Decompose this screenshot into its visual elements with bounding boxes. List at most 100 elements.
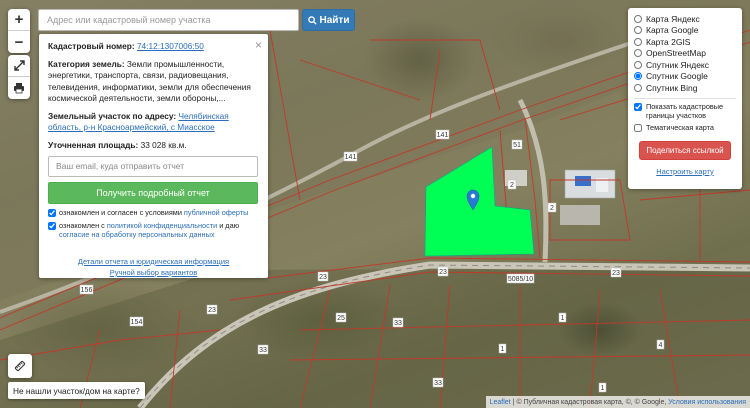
expand-icon	[13, 60, 25, 71]
search-input[interactable]	[38, 9, 299, 31]
svg-text:33: 33	[434, 380, 442, 387]
print-icon	[14, 83, 24, 94]
svg-text:154: 154	[131, 319, 143, 326]
zoom-in-button[interactable]: +	[8, 9, 30, 31]
area-value: 33 028 кв.м.	[140, 140, 187, 151]
public-offer-link[interactable]: публичной оферты	[184, 208, 248, 217]
tool-control	[8, 55, 30, 99]
privacy-policy-link[interactable]: политикой конфиденциальности	[107, 221, 217, 230]
layer-option[interactable]: Карта Google	[634, 25, 736, 37]
boundaries-option: Показать кадастровые границы участков	[634, 102, 736, 120]
plot-label: 2	[507, 179, 517, 190]
plot-label: 2	[547, 202, 557, 213]
report-details-link[interactable]: Детали отчета и юридическая информация	[48, 257, 259, 268]
data-consent-link[interactable]: согласие на обработку персональных данны…	[59, 230, 214, 239]
email-field[interactable]	[48, 155, 258, 177]
layer-radio[interactable]	[634, 14, 642, 23]
fullscreen-button[interactable]	[8, 55, 30, 77]
layer-radio[interactable]	[634, 60, 642, 69]
close-icon[interactable]: ×	[255, 37, 262, 53]
svg-text:156: 156	[81, 287, 93, 294]
privacy-label-a: ознакомлен с	[59, 220, 105, 230]
svg-text:141: 141	[437, 132, 449, 139]
svg-text:33: 33	[394, 320, 402, 327]
share-link-button[interactable]: Поделиться ссылкой	[639, 140, 731, 160]
leaflet-link[interactable]: Leaflet	[490, 399, 511, 406]
thematic-option: Тематическая карта	[634, 123, 736, 132]
terms-link[interactable]: Условия использования	[668, 399, 746, 406]
layer-option[interactable]: OpenStreetMap	[634, 48, 736, 60]
privacy-label-b: и даю	[219, 220, 240, 230]
cadastral-number-row: Кадастровый номер: 74:12:1307006:50	[48, 41, 259, 52]
base-layer-list: Карта Яндекс Карта Google Карта 2GIS OpenSt…	[634, 13, 736, 94]
offer-label: ознакомлен и согласен с условиями	[59, 207, 182, 217]
layer-option[interactable]: Спутник Яндекс	[634, 59, 736, 71]
svg-text:33: 33	[259, 347, 267, 354]
layer-label: OpenStreetMap	[646, 48, 707, 59]
plot-label: 154	[129, 316, 144, 327]
search-button[interactable]: Найти	[302, 9, 355, 31]
layer-radio[interactable]	[634, 49, 642, 58]
not-found-button[interactable]: Не нашли участок/дом на карте?	[8, 382, 145, 399]
svg-text:23: 23	[208, 307, 216, 314]
measure-button[interactable]	[8, 354, 32, 378]
svg-text:1: 1	[501, 346, 505, 353]
plot-label: 33	[257, 344, 269, 355]
plot-label: 51	[511, 139, 523, 150]
thematic-checkbox[interactable]	[634, 123, 642, 132]
plot-label: 141	[343, 151, 358, 162]
search-icon	[307, 15, 317, 25]
print-button[interactable]	[8, 77, 30, 99]
svg-text:23: 23	[319, 274, 327, 281]
plot-label: 23	[317, 271, 329, 282]
plot-label: 23	[206, 304, 218, 315]
privacy-checkbox[interactable]	[48, 221, 56, 230]
svg-text:51: 51	[513, 142, 521, 149]
divider	[634, 97, 736, 99]
layer-option[interactable]: Спутник Bing	[634, 82, 736, 94]
area-row: Уточненная площадь: 33 028 кв.м.	[48, 140, 259, 151]
plot-label: 33	[392, 317, 404, 328]
attribution-text: © Публичная кадастровая карта, ©, © Goog…	[516, 398, 667, 406]
plot-label: 25	[335, 312, 347, 323]
layer-radio[interactable]	[634, 37, 642, 46]
zoom-out-button[interactable]: −	[8, 31, 30, 53]
offer-checkbox[interactable]	[48, 208, 56, 217]
cadastral-label: Кадастровый номер:	[48, 41, 135, 51]
boundaries-label: Показать кадастровые границы участков	[646, 101, 724, 120]
layer-radio[interactable]	[634, 72, 642, 81]
map-attribution: Leaflet | © Публичная кадастровая карта,…	[485, 396, 750, 408]
layer-option[interactable]: Карта Яндекс	[634, 13, 736, 25]
search-button-label: Найти	[319, 14, 350, 26]
offer-agreement: ознакомлен и согласен с условиями публич…	[48, 208, 259, 217]
svg-text:1: 1	[561, 315, 565, 322]
parcel-info-panel: × Кадастровый номер: 74:12:1307006:50 Ка…	[39, 34, 268, 278]
plot-label: 1	[498, 343, 507, 354]
plot-label: 23	[437, 266, 449, 277]
plot-label: 141	[435, 129, 450, 140]
get-report-button[interactable]: Получить подробный отчет	[48, 181, 258, 204]
layer-label: Карта Яндекс	[646, 13, 700, 24]
svg-text:2: 2	[510, 182, 514, 189]
svg-text:1: 1	[601, 385, 605, 392]
plot-label: 33	[432, 377, 444, 388]
svg-text:23: 23	[612, 270, 620, 277]
offer-text: ознакомлен и согласен с условиями публич…	[59, 208, 248, 217]
svg-text:25: 25	[337, 315, 345, 322]
panel-links: Детали отчета и юридическая информация Р…	[48, 257, 259, 279]
layer-label: Спутник Bing	[646, 82, 698, 93]
layer-radio[interactable]	[634, 26, 642, 35]
zoom-control: + −	[8, 9, 30, 53]
layer-label: Карта Google	[646, 25, 699, 36]
layer-radio[interactable]	[634, 83, 642, 92]
configure-map-link[interactable]: Настроить карту	[634, 167, 736, 176]
ruler-icon	[14, 360, 26, 372]
boundaries-checkbox[interactable]	[634, 102, 642, 111]
layer-label: Спутник Яндекс	[646, 59, 709, 70]
manual-selection-link[interactable]: Ручной выбор вариантов	[48, 268, 259, 279]
layer-option[interactable]: Карта 2GIS	[634, 36, 736, 48]
cadastral-number-link[interactable]: 74:12:1307006:50	[137, 41, 204, 51]
svg-text:5085/10: 5085/10	[508, 276, 533, 283]
svg-text:23: 23	[439, 269, 447, 276]
layer-option[interactable]: Спутник Google	[634, 71, 736, 83]
